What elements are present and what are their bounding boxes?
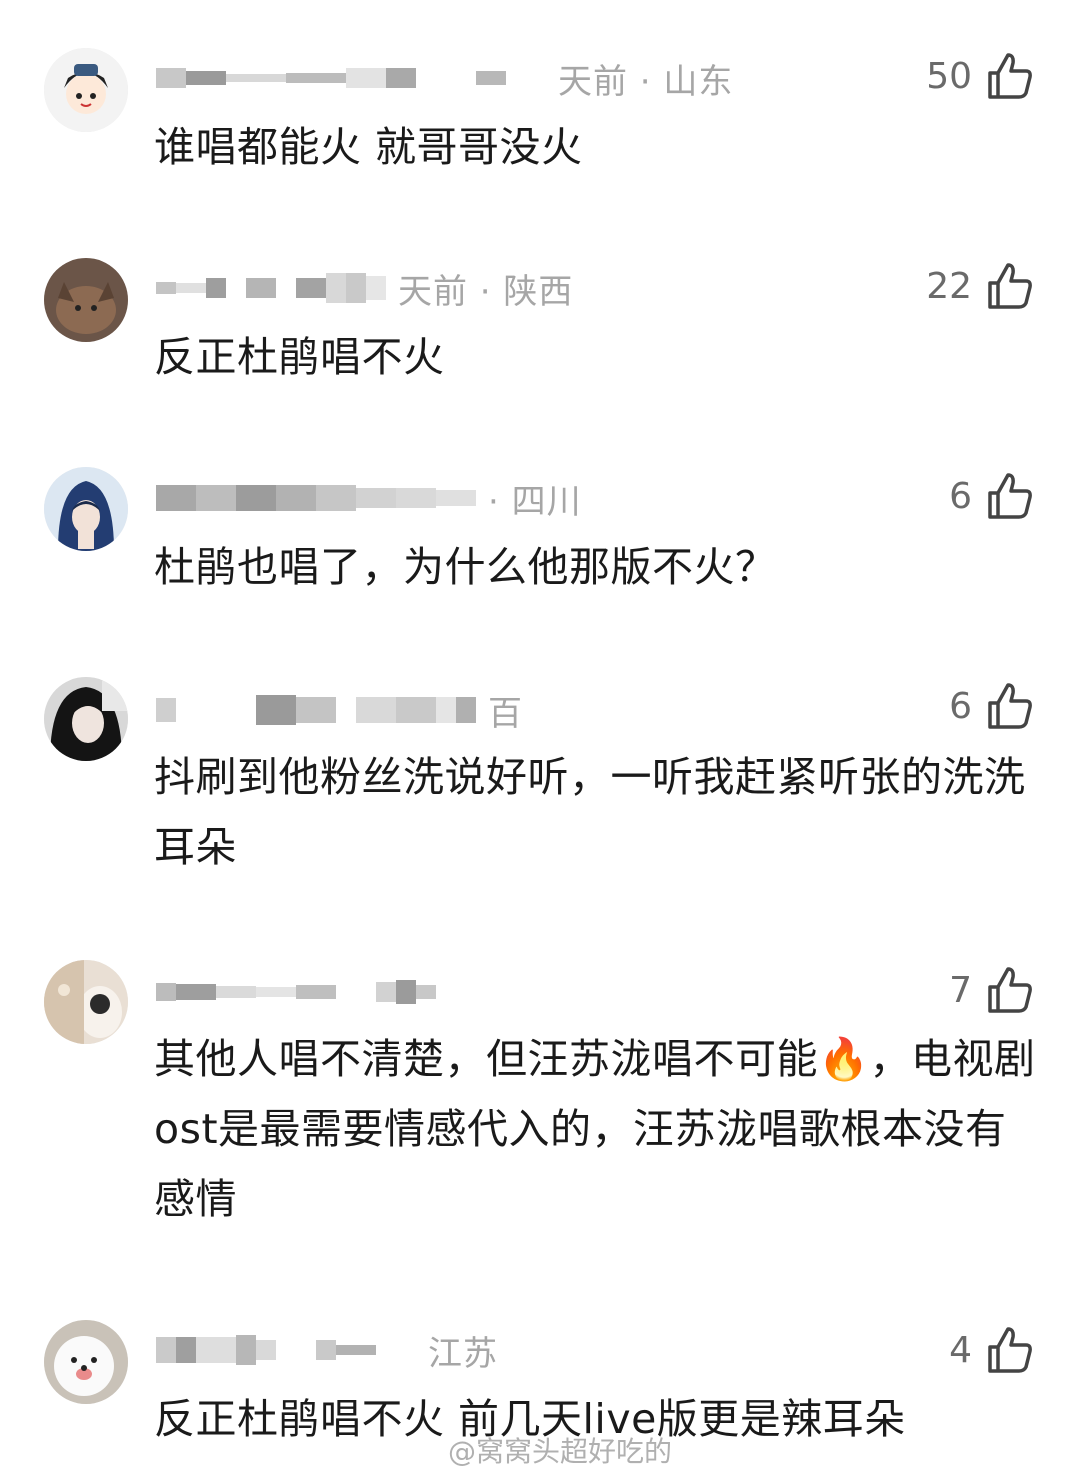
comment-text: 谁唱都能火 就哥哥没火 [154,123,583,171]
comment-text: 抖刷到他粉丝洗说好听，一听我赶紧听张的洗洗耳朵 [154,753,1026,871]
comment-text: 反正杜鹃唱不火 [154,333,445,381]
comment-text: 其他人唱不清楚，但汪苏泷唱不可能🔥，电视剧ost是最需要情感代入的，汪苏泷唱歌根… [154,1035,1036,1223]
comment-time-location: 江苏 [428,1333,498,1374]
comment-meta: · 四川 [156,478,582,522]
thumbs-up-icon [988,967,1032,1013]
username-blurred[interactable] [156,972,436,1012]
comment-meta: 天前 · 陕西 [156,268,573,312]
avatar[interactable] [44,467,128,551]
like-count: 6 [949,475,972,517]
avatar[interactable] [44,1320,128,1404]
watermark: @窝窝头超好吃的 [448,1435,673,1468]
comment-meta: 百 [156,690,523,734]
like-count: 6 [949,685,972,727]
avatar[interactable] [44,677,128,761]
like-button[interactable]: 22 [926,256,1034,316]
like-count: 50 [926,55,972,97]
username-blurred[interactable] [156,478,476,518]
thumbs-up-icon [988,1327,1032,1373]
comment-meta: 江苏 [156,1330,498,1374]
comment-meta: 天前 · 山东 [156,58,733,102]
comment-time-location: 百 [488,693,523,734]
avatar[interactable] [44,960,128,1044]
like-button[interactable]: 6 [949,676,1034,736]
like-button[interactable]: 6 [949,466,1034,526]
comment-time-location: 天前 · 陕西 [398,271,574,312]
like-count: 4 [949,1329,972,1371]
username-blurred[interactable] [156,268,386,308]
comment-text: 杜鹃也唱了，为什么他那版不火？ [154,543,777,591]
like-button[interactable]: 50 [926,46,1034,106]
username-blurred[interactable] [156,1330,416,1370]
comment-time-location: · 四川 [488,481,582,522]
avatar[interactable] [44,48,128,132]
thumbs-up-icon [988,683,1032,729]
comment-time-location: 天前 · 山东 [558,61,734,102]
like-button[interactable]: 7 [949,960,1034,1020]
like-count: 22 [926,265,972,307]
comment-meta [156,972,448,1012]
username-blurred[interactable] [156,58,546,98]
username-blurred[interactable] [156,690,476,730]
avatar[interactable] [44,258,128,342]
like-button[interactable]: 4 [949,1320,1034,1380]
thumbs-up-icon [988,53,1032,99]
thumbs-up-icon [988,263,1032,309]
like-count: 7 [949,969,972,1011]
thumbs-up-icon [988,473,1032,519]
